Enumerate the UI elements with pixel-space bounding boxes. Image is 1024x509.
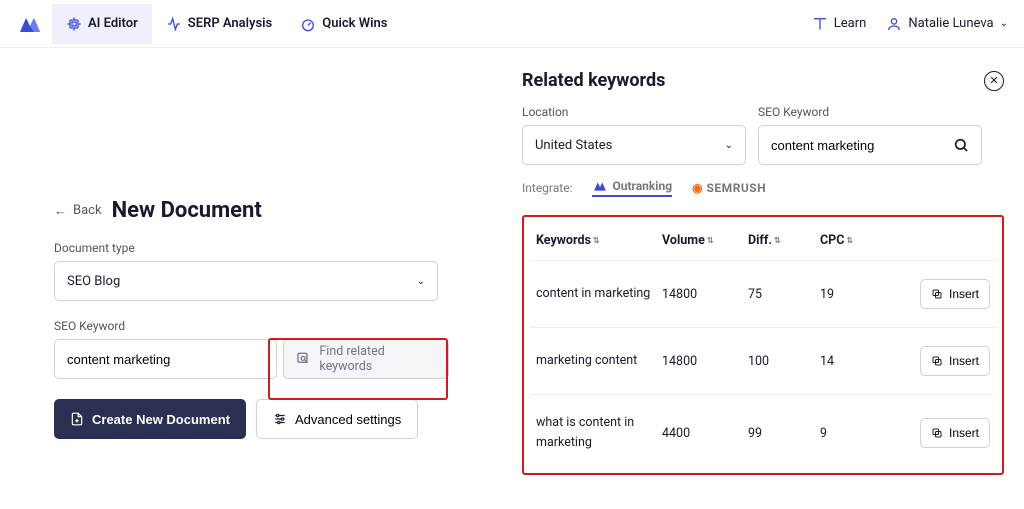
location-select[interactable]: United States ⌄ — [522, 125, 746, 165]
insert-label: Insert — [949, 426, 979, 440]
tab-ai-editor[interactable]: AI Editor — [52, 4, 152, 44]
cell-diff: 100 — [748, 354, 814, 369]
col-keywords[interactable]: Keywords⇅ — [536, 233, 656, 248]
sort-icon: ⇅ — [593, 237, 600, 245]
integration-outranking[interactable]: Outranking — [592, 179, 672, 197]
gauge-icon — [300, 16, 316, 32]
user-icon — [886, 16, 902, 32]
integrate-label: Integrate: — [522, 181, 572, 195]
copy-icon — [931, 355, 943, 367]
find-btn-label: Find related keywords — [319, 344, 436, 374]
cell-diff: 75 — [748, 287, 814, 302]
cell-diff: 99 — [748, 426, 814, 441]
semrush-logo-icon: ◉ — [692, 181, 702, 195]
cell-volume: 14800 — [662, 354, 742, 369]
chevron-down-icon: ⌄ — [725, 140, 733, 151]
cell-cpc: 9 — [820, 426, 882, 441]
advanced-settings-button[interactable]: Advanced settings — [256, 399, 418, 439]
back-label: Back — [73, 203, 102, 218]
table-row: content in marketing 14800 75 19 Insert — [530, 260, 996, 327]
insert-label: Insert — [949, 287, 979, 301]
close-button[interactable]: ✕ — [984, 71, 1004, 91]
page-title: New Document — [112, 198, 262, 223]
cell-keyword: what is content in marketing — [536, 413, 656, 453]
table-row: what is content in marketing 4400 99 9 I… — [530, 394, 996, 471]
outranking-logo-icon — [592, 179, 608, 193]
chevron-down-icon: ⌄ — [1000, 18, 1008, 29]
doc-type-select[interactable]: SEO Blog ⌄ — [54, 261, 438, 301]
col-cpc[interactable]: CPC⇅ — [820, 233, 882, 248]
tab-quick-wins[interactable]: Quick Wins — [286, 4, 401, 44]
activity-icon — [166, 16, 182, 32]
right-panel: Related keywords ✕ Location United State… — [512, 48, 1024, 509]
copy-icon — [931, 427, 943, 439]
seo-keyword-input[interactable] — [54, 339, 277, 379]
find-related-keywords-button[interactable]: Find related keywords — [283, 339, 449, 379]
seo-keyword-search[interactable] — [758, 125, 982, 165]
doc-type-label: Document type — [54, 241, 484, 255]
tab-serp-analysis[interactable]: SERP Analysis — [152, 4, 286, 44]
insert-button[interactable]: Insert — [920, 346, 990, 376]
chevron-down-icon: ⌄ — [417, 276, 425, 287]
insert-label: Insert — [949, 354, 979, 368]
top-nav: AI Editor SERP Analysis Quick Wins Learn… — [0, 0, 1024, 48]
learn-label: Learn — [834, 16, 867, 31]
back-link[interactable]: ← Back — [54, 203, 102, 219]
search-list-icon — [296, 351, 311, 367]
create-btn-label: Create New Document — [92, 412, 230, 427]
sort-icon: ⇅ — [774, 237, 781, 245]
integration-semrush[interactable]: ◉ SEMRUSH — [692, 181, 766, 195]
sort-icon: ⇅ — [707, 237, 714, 245]
left-panel: ← Back New Document Document type SEO Bl… — [0, 48, 512, 509]
arrow-left-icon: ← — [54, 203, 67, 219]
advanced-btn-label: Advanced settings — [295, 412, 401, 427]
insert-button[interactable]: Insert — [920, 279, 990, 309]
insert-button[interactable]: Insert — [920, 418, 990, 448]
integration-label: SEMRUSH — [707, 181, 767, 195]
table-header: Keywords⇅ Volume⇅ Diff.⇅ CPC⇅ — [530, 227, 996, 260]
search-icon[interactable] — [953, 137, 969, 153]
seo-keyword-label: SEO Keyword — [758, 105, 982, 119]
integrate-row: Integrate: Outranking ◉ SEMRUSH — [522, 179, 1004, 197]
keywords-table: Keywords⇅ Volume⇅ Diff.⇅ CPC⇅ content in… — [522, 215, 1004, 475]
user-name: Natalie Luneva — [908, 16, 993, 31]
nav-tabs: AI Editor SERP Analysis Quick Wins — [52, 4, 401, 44]
tab-label: SERP Analysis — [188, 16, 272, 31]
cpu-icon — [66, 16, 82, 32]
app-logo — [16, 10, 44, 38]
close-icon: ✕ — [989, 74, 998, 87]
col-diff[interactable]: Diff.⇅ — [748, 233, 814, 248]
cell-cpc: 14 — [820, 354, 882, 369]
doc-type-value: SEO Blog — [67, 274, 120, 289]
location-value: United States — [535, 138, 612, 153]
create-document-button[interactable]: Create New Document — [54, 399, 246, 439]
integration-label: Outranking — [612, 179, 672, 193]
learn-link[interactable]: Learn — [812, 16, 867, 32]
col-volume[interactable]: Volume⇅ — [662, 233, 742, 248]
cell-keyword: marketing content — [536, 351, 656, 371]
cell-volume: 14800 — [662, 287, 742, 302]
book-icon — [812, 16, 828, 32]
location-label: Location — [522, 105, 746, 119]
copy-icon — [931, 288, 943, 300]
cell-cpc: 19 — [820, 287, 882, 302]
sliders-icon — [273, 412, 287, 426]
seo-keyword-input[interactable] — [771, 138, 953, 153]
file-plus-icon — [70, 412, 84, 426]
tab-label: Quick Wins — [322, 16, 387, 31]
tab-label: AI Editor — [88, 16, 138, 31]
sort-icon: ⇅ — [846, 237, 853, 245]
cell-volume: 4400 — [662, 426, 742, 441]
user-menu[interactable]: Natalie Luneva ⌄ — [886, 16, 1008, 32]
cell-keyword: content in marketing — [536, 284, 656, 304]
seo-keyword-label: SEO Keyword — [54, 319, 484, 333]
panel-title: Related keywords — [522, 70, 665, 91]
table-row: marketing content 14800 100 14 Insert — [530, 327, 996, 394]
